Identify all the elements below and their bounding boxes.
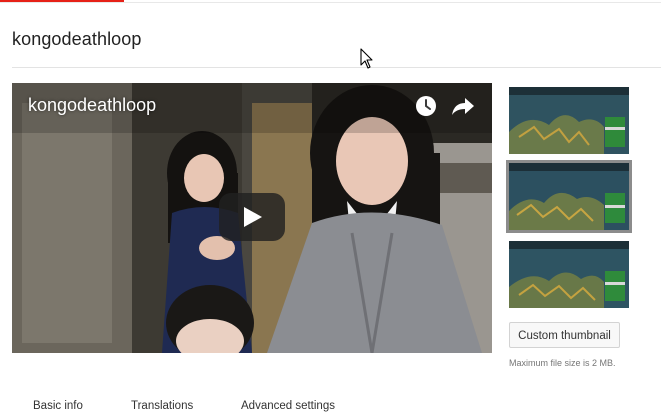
settings-tabs: Basic info Translations Advanced setting… (0, 400, 661, 413)
thumbnail-option-1[interactable] (509, 87, 629, 154)
tab-basic-info[interactable]: Basic info (33, 400, 83, 412)
video-player[interactable]: kongodeathloop (12, 83, 492, 353)
watch-later-icon[interactable] (415, 95, 437, 117)
play-icon (244, 207, 262, 227)
thumbnail-image (509, 87, 629, 154)
title-divider (12, 67, 661, 68)
file-size-note: Maximum file size is 2 MB. (509, 358, 616, 368)
mouse-cursor-icon (360, 48, 373, 69)
thumbnail-image (509, 241, 629, 308)
thumbnail-image (509, 163, 629, 230)
tab-advanced-settings[interactable]: Advanced settings (241, 400, 335, 412)
custom-thumbnail-button[interactable]: Custom thumbnail (509, 322, 620, 348)
page-title: kongodeathloop (12, 29, 142, 49)
video-title: kongodeathloop (28, 95, 157, 115)
top-divider (0, 2, 661, 3)
tab-translations[interactable]: Translations (131, 400, 193, 412)
thumbnail-option-2[interactable] (506, 160, 632, 233)
thumbnail-option-3[interactable] (509, 241, 629, 308)
play-button[interactable] (219, 193, 285, 241)
share-icon[interactable] (451, 95, 475, 117)
